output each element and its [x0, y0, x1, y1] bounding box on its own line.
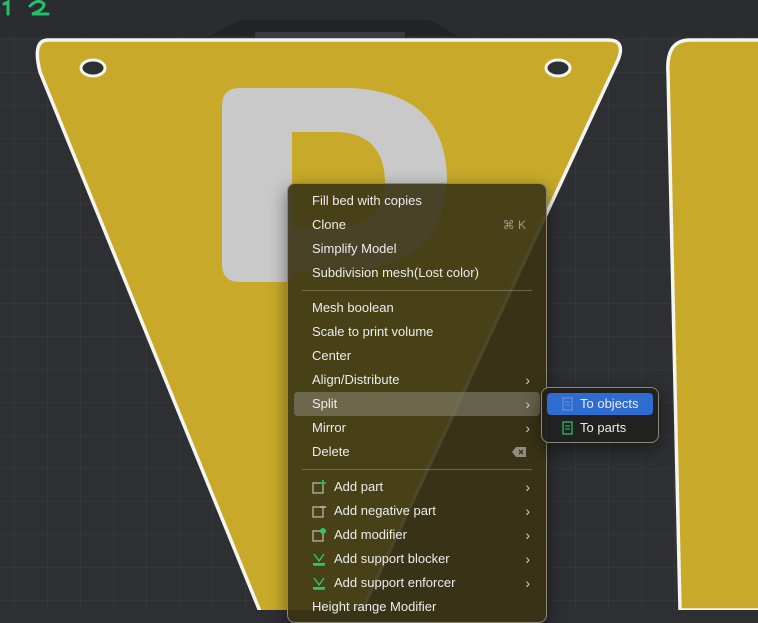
menu-item-label: Subdivision mesh(Lost color) — [312, 265, 479, 280]
menu-item-center[interactable]: Center — [294, 344, 540, 368]
chevron-right-icon: › — [525, 575, 530, 591]
menu-item-label: Scale to print volume — [312, 324, 434, 339]
submenu-item-label: To parts — [580, 420, 627, 435]
chevron-right-icon: › — [525, 396, 530, 412]
menu-item-label: Mesh boolean — [312, 300, 394, 315]
menu-item-label: Height range Modifier — [312, 599, 437, 614]
menu-item-align-distribute[interactable]: Align/Distribute › — [294, 368, 540, 392]
pennant-hole-left — [79, 58, 107, 78]
chevron-right-icon: › — [525, 479, 530, 495]
menu-item-clone[interactable]: Clone ⌘ K — [294, 213, 540, 237]
menu-item-label: Align/Distribute — [312, 372, 400, 387]
chevron-right-icon: › — [525, 551, 530, 567]
submenu-item-to-objects[interactable]: To objects — [547, 393, 653, 415]
split-submenu: To objects To parts — [541, 387, 659, 443]
pennant-hole-right — [544, 58, 572, 78]
menu-item-fill-bed[interactable]: Fill bed with copies — [294, 189, 540, 213]
menu-item-label: Add part — [334, 479, 384, 494]
menu-separator — [302, 290, 532, 291]
menu-item-mesh-boolean[interactable]: Mesh boolean — [294, 296, 540, 320]
menu-item-mirror[interactable]: Mirror › — [294, 416, 540, 440]
plate-tab-slot — [255, 32, 405, 38]
menu-item-scale-to-print-volume[interactable]: Scale to print volume — [294, 320, 540, 344]
to-parts-icon — [562, 421, 573, 435]
support-enforcer-icon — [313, 577, 325, 590]
menu-item-add-support-enforcer[interactable]: Add support enforcer › — [294, 571, 540, 595]
chevron-right-icon: › — [525, 420, 530, 436]
menu-item-label: Add support enforcer — [334, 575, 456, 590]
chevron-right-icon: › — [525, 503, 530, 519]
support-blocker-icon — [313, 553, 325, 566]
add-negative-part-icon — [312, 506, 326, 518]
menu-item-label: Fill bed with copies — [312, 193, 422, 208]
menu-separator — [302, 469, 532, 470]
menu-item-label: Add modifier — [334, 527, 407, 542]
to-objects-icon — [562, 397, 573, 411]
menu-item-delete[interactable]: Delete — [294, 440, 540, 464]
menu-item-add-modifier[interactable]: Add modifier › — [294, 523, 540, 547]
menu-item-label: Delete — [312, 444, 350, 459]
menu-item-label: Mirror — [312, 420, 346, 435]
chevron-right-icon: › — [525, 527, 530, 543]
add-part-icon — [312, 480, 326, 494]
menu-item-label: Simplify Model — [312, 241, 397, 256]
menu-item-label: Split — [312, 396, 338, 411]
menu-item-label: Add support blocker — [334, 551, 450, 566]
submenu-item-to-parts[interactable]: To parts — [547, 417, 653, 439]
menu-item-add-negative-part[interactable]: Add negative part › — [294, 499, 540, 523]
menu-item-add-part[interactable]: Add part › — [294, 475, 540, 499]
menu-item-label: Center — [312, 348, 352, 363]
pennant-object-2[interactable] — [666, 38, 758, 610]
menu-item-subdivision-mesh[interactable]: Subdivision mesh(Lost color) — [294, 261, 540, 285]
delete-key-icon — [512, 447, 526, 457]
clone-shortcut: ⌘ K — [502, 218, 526, 232]
add-modifier-icon — [312, 528, 326, 542]
menu-item-split[interactable]: Split › — [294, 392, 540, 416]
menu-item-simplify-model[interactable]: Simplify Model — [294, 237, 540, 261]
submenu-item-label: To objects — [580, 396, 639, 411]
menu-item-height-range-modifier[interactable]: Height range Modifier — [294, 595, 540, 619]
menu-item-label: Clone — [312, 217, 346, 232]
object-context-menu: Fill bed with copies Clone ⌘ K Simplify M… — [287, 183, 547, 623]
menu-item-label: Add negative part — [334, 503, 436, 518]
menu-item-add-support-blocker[interactable]: Add support blocker › — [294, 547, 540, 571]
chevron-right-icon: › — [525, 372, 530, 388]
